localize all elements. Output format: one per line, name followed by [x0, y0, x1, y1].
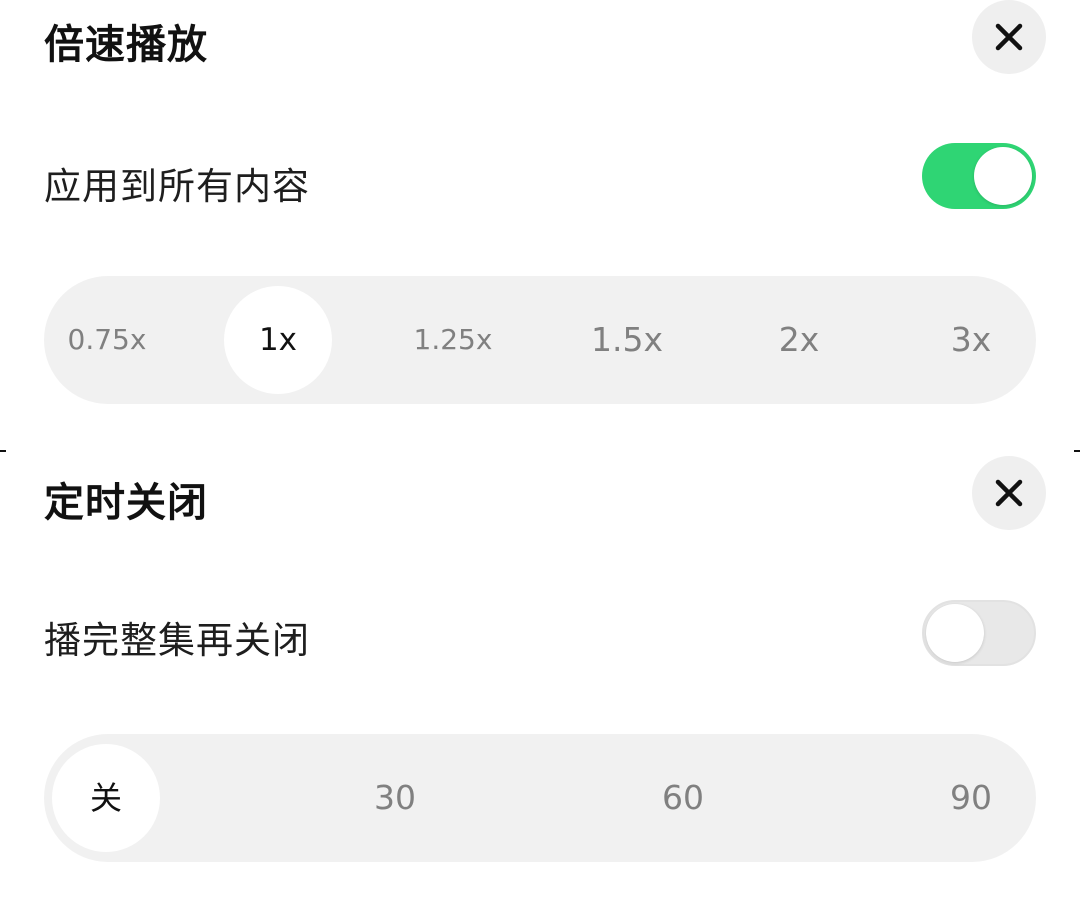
timer-option-off[interactable]: 关 — [52, 734, 160, 862]
speed-option-1x[interactable]: 1x — [224, 276, 332, 404]
speed-option-1.25x[interactable]: 1.25x — [398, 276, 508, 404]
close-icon — [995, 479, 1023, 507]
finish-episode-toggle[interactable] — [922, 600, 1036, 666]
finish-episode-label: 播完整集再关闭 — [44, 619, 310, 662]
speed-selector: 0.75x 1x 1.25x 1.5x 2x 3x — [44, 276, 1036, 404]
toggle-knob — [974, 147, 1032, 205]
speed-option-3x[interactable]: 3x — [916, 276, 1026, 404]
apply-all-label: 应用到所有内容 — [44, 165, 310, 208]
timer-option-60[interactable]: 60 — [628, 734, 738, 862]
timer-panel-title: 定时关闭 — [44, 480, 208, 526]
timer-panel: 定时关闭 播完整集再关闭 关 30 60 90 — [0, 452, 1080, 909]
toggle-knob — [926, 604, 984, 662]
timer-selector: 关 30 60 90 — [44, 734, 1036, 862]
speed-option-2x[interactable]: 2x — [744, 276, 854, 404]
apply-all-toggle[interactable] — [922, 143, 1036, 209]
speed-panel-title: 倍速播放 — [44, 22, 208, 68]
speed-option-0.75x[interactable]: 0.75x — [44, 276, 170, 404]
close-icon — [995, 23, 1023, 51]
timer-close-button[interactable] — [972, 456, 1046, 530]
speed-option-1.5x[interactable]: 1.5x — [572, 276, 682, 404]
speed-panel: 倍速播放 应用到所有内容 0.75x 1x 1.25x 1.5x 2x 3x — [0, 0, 1080, 440]
timer-option-30[interactable]: 30 — [340, 734, 450, 862]
speed-close-button[interactable] — [972, 0, 1046, 74]
timer-option-90[interactable]: 90 — [916, 734, 1026, 862]
